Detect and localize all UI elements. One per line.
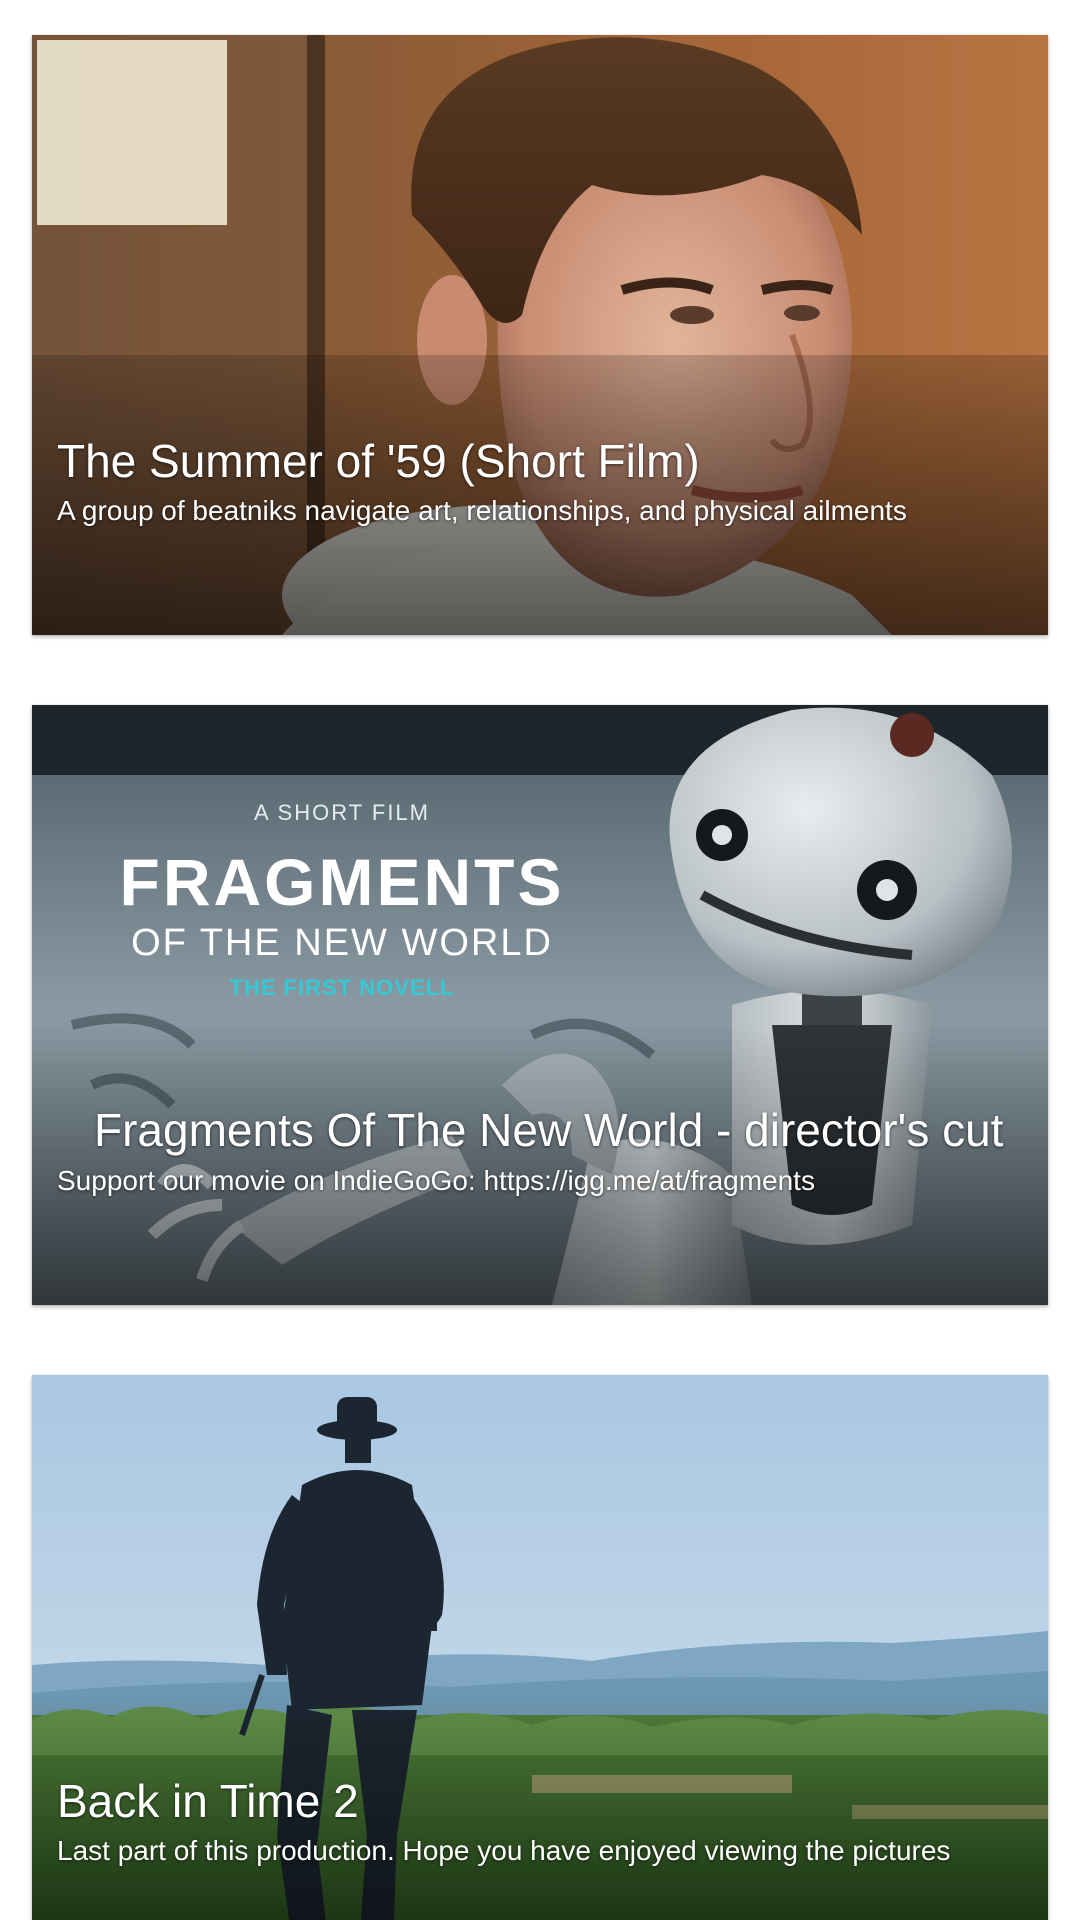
video-card[interactable]: The Summer of '59 (Short Film) A group o…	[32, 35, 1048, 635]
video-feed: The Summer of '59 (Short Film) A group o…	[0, 0, 1080, 1920]
video-title: Fragments Of The New World - director's …	[94, 1104, 1004, 1156]
video-title: Back in Time 2	[57, 1775, 359, 1827]
video-card[interactable]: A SHORT FILM FRAGMENTS OF THE NEW WORLD …	[32, 705, 1048, 1305]
video-description: A group of beatniks navigate art, relati…	[57, 495, 907, 526]
video-card[interactable]: Back in Time 2 Last part of this product…	[32, 1375, 1048, 1920]
video-title: The Summer of '59 (Short Film)	[57, 435, 700, 487]
poster-title: FRAGMENTS	[120, 845, 565, 919]
poster-kicker: A SHORT FILM	[254, 800, 430, 825]
video-description: Support our movie on IndieGoGo: https://…	[57, 1165, 815, 1196]
video-description: Last part of this production. Hope you h…	[57, 1835, 951, 1866]
poster-subtitle: THE FIRST NOVELL	[230, 975, 455, 1000]
poster-title-line2: OF THE NEW WORLD	[131, 922, 553, 964]
